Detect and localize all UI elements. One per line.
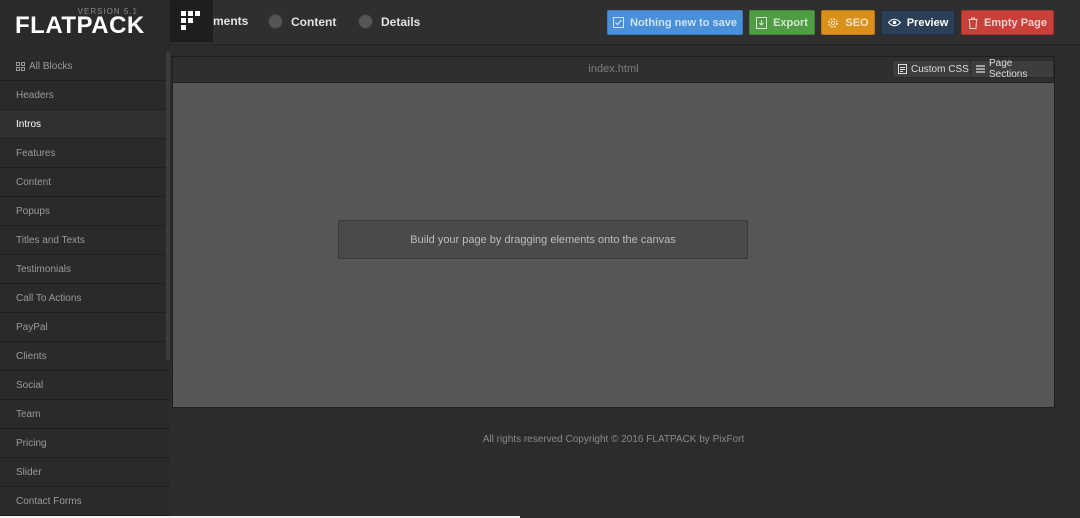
sidebar-item-label: Contact Forms — [16, 495, 82, 507]
page-sections-button[interactable]: Page Sections — [970, 58, 1054, 80]
tab-content[interactable]: Content — [268, 14, 336, 29]
sidebar-item-label: Clients — [16, 350, 47, 362]
sidebar-item-slider[interactable]: Slider — [0, 458, 170, 487]
export-icon — [756, 16, 768, 29]
sidebar-item-content[interactable]: Content — [0, 168, 170, 197]
footer-copyright: All rights reserved Copyright © 2016 FLA… — [482, 434, 745, 445]
block-categories-sidebar: All Blocks Headers Intros Features Conte… — [0, 52, 170, 518]
sidebar-item-label: Features — [16, 147, 56, 159]
sidebar-item-label: Popups — [16, 205, 50, 217]
empty-page-button[interactable]: Empty Page — [961, 10, 1054, 35]
sidebar-item-features[interactable]: Features — [0, 139, 170, 168]
custom-css-button[interactable]: Custom CSS — [892, 60, 975, 78]
sidebar-item-clients[interactable]: Clients — [0, 342, 170, 371]
sidebar-item-label: Content — [16, 176, 52, 188]
sidebar-item-label: Intros — [16, 118, 42, 130]
eye-icon — [887, 18, 901, 27]
gear-icon — [827, 17, 839, 29]
preview-button-label: Preview — [906, 16, 949, 29]
tab-label: Details — [381, 14, 421, 29]
sidebar-item-label: PayPal — [16, 321, 48, 333]
tab-elements[interactable]: ments — [213, 14, 248, 28]
sidebar-item-label: Testimonials — [16, 263, 72, 275]
list-icon — [976, 65, 985, 73]
sidebar-item-social[interactable]: Social — [0, 371, 170, 400]
logo: FLATPACK — [15, 12, 145, 39]
sidebar-item-paypal[interactable]: PayPal — [0, 313, 170, 342]
tab-label: Content — [291, 14, 337, 29]
sidebar-item-label: Slider — [16, 466, 42, 478]
canvas-header: index.html Custom CSS Page Sections — [172, 56, 1055, 82]
sidebar-item-label: Social — [16, 379, 44, 391]
radio-dot-icon — [268, 14, 283, 29]
blocks-toggle-button[interactable] — [170, 0, 213, 42]
empty-page-button-label: Empty Page — [984, 16, 1047, 29]
sidebar-item-label: Headers — [16, 89, 54, 101]
page-canvas[interactable]: Build your page by dragging elements ont… — [172, 82, 1055, 408]
sidebar-scrollbar[interactable] — [166, 52, 170, 360]
sidebar-item-testimonials[interactable]: Testimonials — [0, 255, 170, 284]
sidebar-item-popups[interactable]: Popups — [0, 197, 170, 226]
seo-button-label: SEO — [845, 16, 869, 29]
sidebar-item-call-to-actions[interactable]: Call To Actions — [0, 284, 170, 313]
sidebar-item-all-blocks[interactable]: All Blocks — [0, 52, 170, 81]
export-button-label: Export — [773, 16, 808, 29]
page-sections-label: Page Sections — [989, 58, 1028, 80]
radio-dot-icon — [358, 14, 373, 29]
preview-button[interactable]: Preview — [881, 10, 955, 35]
export-button[interactable]: Export — [749, 10, 815, 35]
sidebar-item-intros[interactable]: Intros — [0, 110, 170, 139]
save-button[interactable]: Nothing new to save — [607, 10, 743, 35]
sidebar-item-titles-and-texts[interactable]: Titles and Texts — [0, 226, 170, 255]
tab-label: ments — [213, 14, 249, 28]
sidebar-item-label: Titles and Texts — [16, 234, 85, 246]
seo-button[interactable]: SEO — [821, 10, 875, 35]
sidebar-item-label: Team — [16, 408, 41, 420]
grid-icon — [16, 61, 25, 71]
sidebar-item-label: All Blocks — [29, 60, 73, 72]
custom-css-label: Custom CSS — [911, 63, 969, 75]
empty-canvas-hint: Build your page by dragging elements ont… — [338, 220, 748, 259]
sidebar-item-headers[interactable]: Headers — [0, 81, 170, 110]
brand: VERSION 5.1 FLATPACK — [0, 0, 170, 50]
save-icon — [613, 17, 625, 28]
css-file-icon — [898, 64, 907, 74]
sidebar-item-contact-forms[interactable]: Contact Forms — [0, 487, 170, 516]
sidebar-item-label: Pricing — [16, 437, 47, 449]
sidebar-item-pricing[interactable]: Pricing — [0, 429, 170, 458]
trash-icon — [968, 17, 978, 29]
sidebar-item-label: Call To Actions — [16, 292, 82, 304]
save-button-label: Nothing new to save — [630, 16, 737, 29]
grid-icon — [181, 11, 200, 30]
sidebar-item-team[interactable]: Team — [0, 400, 170, 429]
tab-details[interactable]: Details — [358, 14, 420, 29]
